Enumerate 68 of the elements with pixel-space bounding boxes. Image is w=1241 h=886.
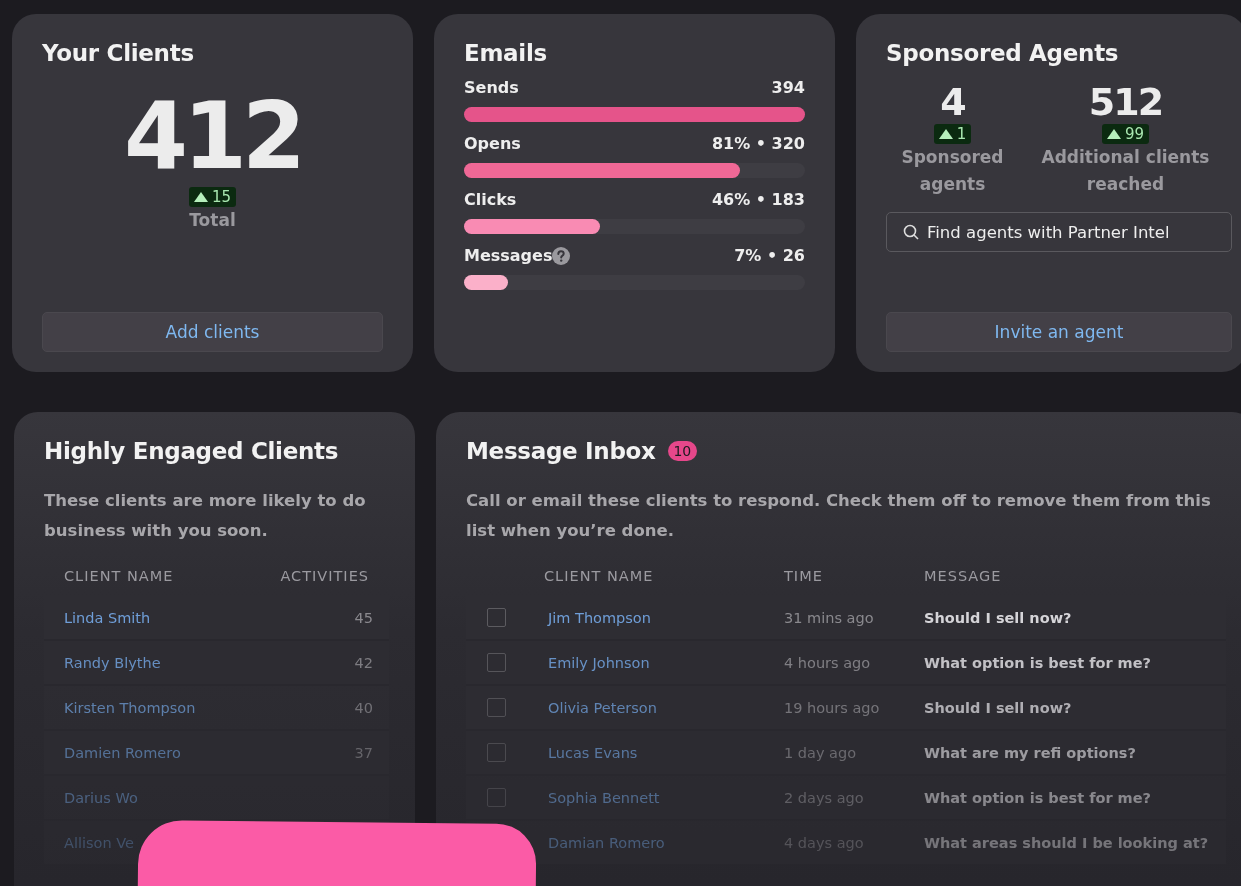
total-number: 412	[123, 86, 301, 188]
row-checkbox[interactable]	[486, 653, 506, 672]
metric-reading: 46% • 183	[711, 190, 805, 209]
stat-value: 512	[1088, 80, 1163, 124]
search-field[interactable]: Find agents with Partner Intel	[886, 212, 1232, 252]
message-time: 19 hours ago	[784, 699, 880, 716]
up-triangle-icon	[193, 192, 208, 203]
card-title: Highly Engaged Clients	[44, 438, 340, 464]
invite-agent-button[interactable]: Invite an agent	[886, 312, 1232, 352]
message-text: What areas should I be looking at?	[924, 834, 1209, 851]
activities-count: 40	[354, 699, 373, 716]
client-name-link[interactable]: Darius Wo	[64, 789, 138, 806]
help-icon	[552, 246, 571, 265]
card-title: Emails	[464, 40, 548, 66]
stat-label: Sponsored agents	[900, 146, 1005, 196]
metric-reading: 7% • 26	[734, 246, 805, 265]
client-name-link[interactable]: Sophia Bennett	[548, 789, 660, 806]
column-header: CLIENT NAME	[544, 568, 655, 584]
metric-reading: 81% • 320	[711, 134, 805, 153]
count-badge: 10	[667, 441, 697, 461]
message-time: 4 hours ago	[784, 654, 871, 671]
metric-label: Messages	[464, 246, 553, 265]
up-triangle-icon	[1106, 129, 1121, 139]
column-header: ACTIVITIES	[280, 568, 369, 584]
metric-reading: 394	[771, 78, 805, 97]
client-name-link[interactable]: Jim Thompson	[548, 609, 651, 626]
message-text: What option is best for me?	[924, 654, 1151, 671]
message-time: 31 mins ago	[784, 609, 874, 626]
stat-label: Total	[189, 209, 236, 233]
message-text: What are my refi options?	[924, 744, 1136, 761]
stat-label: Additional clients reached	[1040, 146, 1211, 196]
message-text: What option is best for me?	[924, 789, 1151, 806]
client-name-link[interactable]: Damian Romero	[548, 834, 665, 851]
row-checkbox[interactable]	[486, 788, 506, 807]
search-icon	[903, 224, 919, 240]
up-triangle-icon	[938, 129, 953, 139]
card-title: Your Clients	[42, 40, 195, 66]
client-name-link[interactable]: Emily Johnson	[548, 654, 650, 671]
client-name-link[interactable]: Damien Romero	[64, 744, 181, 761]
card-title-text: Message Inbox	[466, 438, 656, 464]
activities-count: 42	[354, 654, 373, 671]
client-name-link[interactable]: Linda Smith	[64, 609, 151, 626]
change-badge: 1	[933, 124, 972, 144]
column-header: CLIENT NAME	[64, 568, 175, 584]
card-title: Sponsored Agents	[886, 40, 1120, 66]
message-text: Should I sell now?	[924, 699, 1072, 716]
metric-label: Sends	[464, 78, 519, 97]
change-badge: 15	[188, 187, 237, 208]
row-checkbox[interactable]	[486, 608, 506, 627]
column-header: MESSAGE	[924, 568, 1003, 584]
client-name-link[interactable]: Olivia Peterson	[548, 699, 657, 716]
add-clients-button[interactable]: Add clients	[42, 312, 383, 352]
card-description: Call or email these clients to respond. Check them off to remove them from this list when you’re done.	[466, 490, 1212, 542]
row-checkbox[interactable]	[486, 743, 506, 762]
client-name-link[interactable]: Randy Blythe	[64, 654, 161, 671]
column-header: TIME	[784, 568, 824, 584]
stat-value: 4	[940, 80, 965, 124]
row-checkbox[interactable]	[486, 698, 506, 717]
activities-count: 37	[354, 744, 373, 761]
message-time: 1 day ago	[784, 744, 857, 761]
client-name-link[interactable]: Kirsten Thompson	[64, 699, 196, 716]
card-description: These clients are more likely to do business with you soon.	[44, 490, 367, 542]
activities-count: 45	[354, 609, 373, 626]
metric-label: Opens	[464, 134, 521, 153]
client-name-link[interactable]: Lucas Evans	[548, 744, 638, 761]
message-text: Should I sell now?	[924, 609, 1072, 626]
change-badge: 99	[1101, 124, 1150, 144]
metric-label: Clicks	[464, 190, 517, 209]
